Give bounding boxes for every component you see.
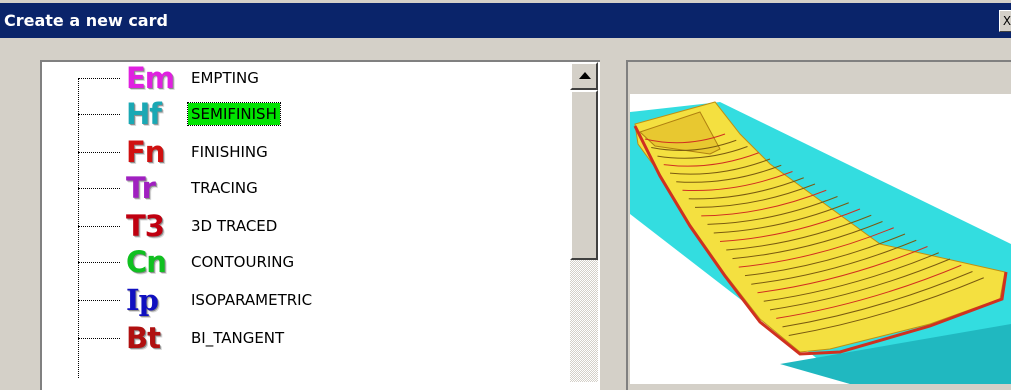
tree-item-label: FINISHING	[191, 143, 268, 161]
tree-item[interactable]: Ip ISOPARAMETRIC	[78, 282, 578, 318]
toolpath-preview-image	[630, 94, 1011, 384]
tree-scrollbar[interactable]	[570, 62, 598, 382]
tree-connector-branch	[78, 152, 120, 153]
scroll-up-button[interactable]	[570, 62, 598, 90]
tree-connector-branch	[78, 114, 120, 115]
tree-connector-branch	[78, 226, 120, 227]
tree-item[interactable]: Cn CONTOURING	[78, 244, 578, 280]
tree-item[interactable]: Em EMPTING	[78, 60, 578, 96]
toolpath-preview-graphic	[630, 101, 1011, 384]
close-button[interactable]: X	[999, 10, 1011, 32]
tree-item-label: EMPTING	[191, 69, 259, 87]
tree-item[interactable]: Bt BI_TANGENT	[78, 320, 578, 356]
scroll-thumb[interactable]	[570, 90, 598, 260]
tree-item[interactable]: Tr TRACING	[78, 170, 578, 206]
tree-item-label: ISOPARAMETRIC	[191, 291, 313, 309]
tree-item-label: 3D TRACED	[191, 217, 278, 235]
tree-item[interactable]: Hf SEMIFINISH	[78, 96, 578, 132]
tree-connector-branch	[78, 338, 120, 339]
tree-connector-branch	[78, 262, 120, 263]
tree-item-label: CONTOURING	[191, 253, 295, 271]
card-type-tree[interactable]: Em EMPTING Hf SEMIFINISH Fn FINISHING Tr TRACIN…	[40, 60, 600, 390]
tree-item-label: SEMIFINISH	[187, 102, 281, 126]
close-icon: X	[1002, 14, 1011, 28]
tree-connector-branch	[78, 188, 120, 189]
tree-item[interactable]: Fn FINISHING	[78, 134, 578, 170]
window-titlebar: Create a new card X	[0, 0, 1011, 38]
tree-item[interactable]: T3 3D TRACED	[78, 208, 578, 244]
tree-connector-branch	[78, 300, 120, 301]
tree-item-label: TRACING	[191, 179, 258, 197]
window-title: Create a new card	[4, 11, 168, 30]
tree-item-label: BI_TANGENT	[191, 329, 285, 347]
tree-connector-branch	[78, 78, 120, 79]
